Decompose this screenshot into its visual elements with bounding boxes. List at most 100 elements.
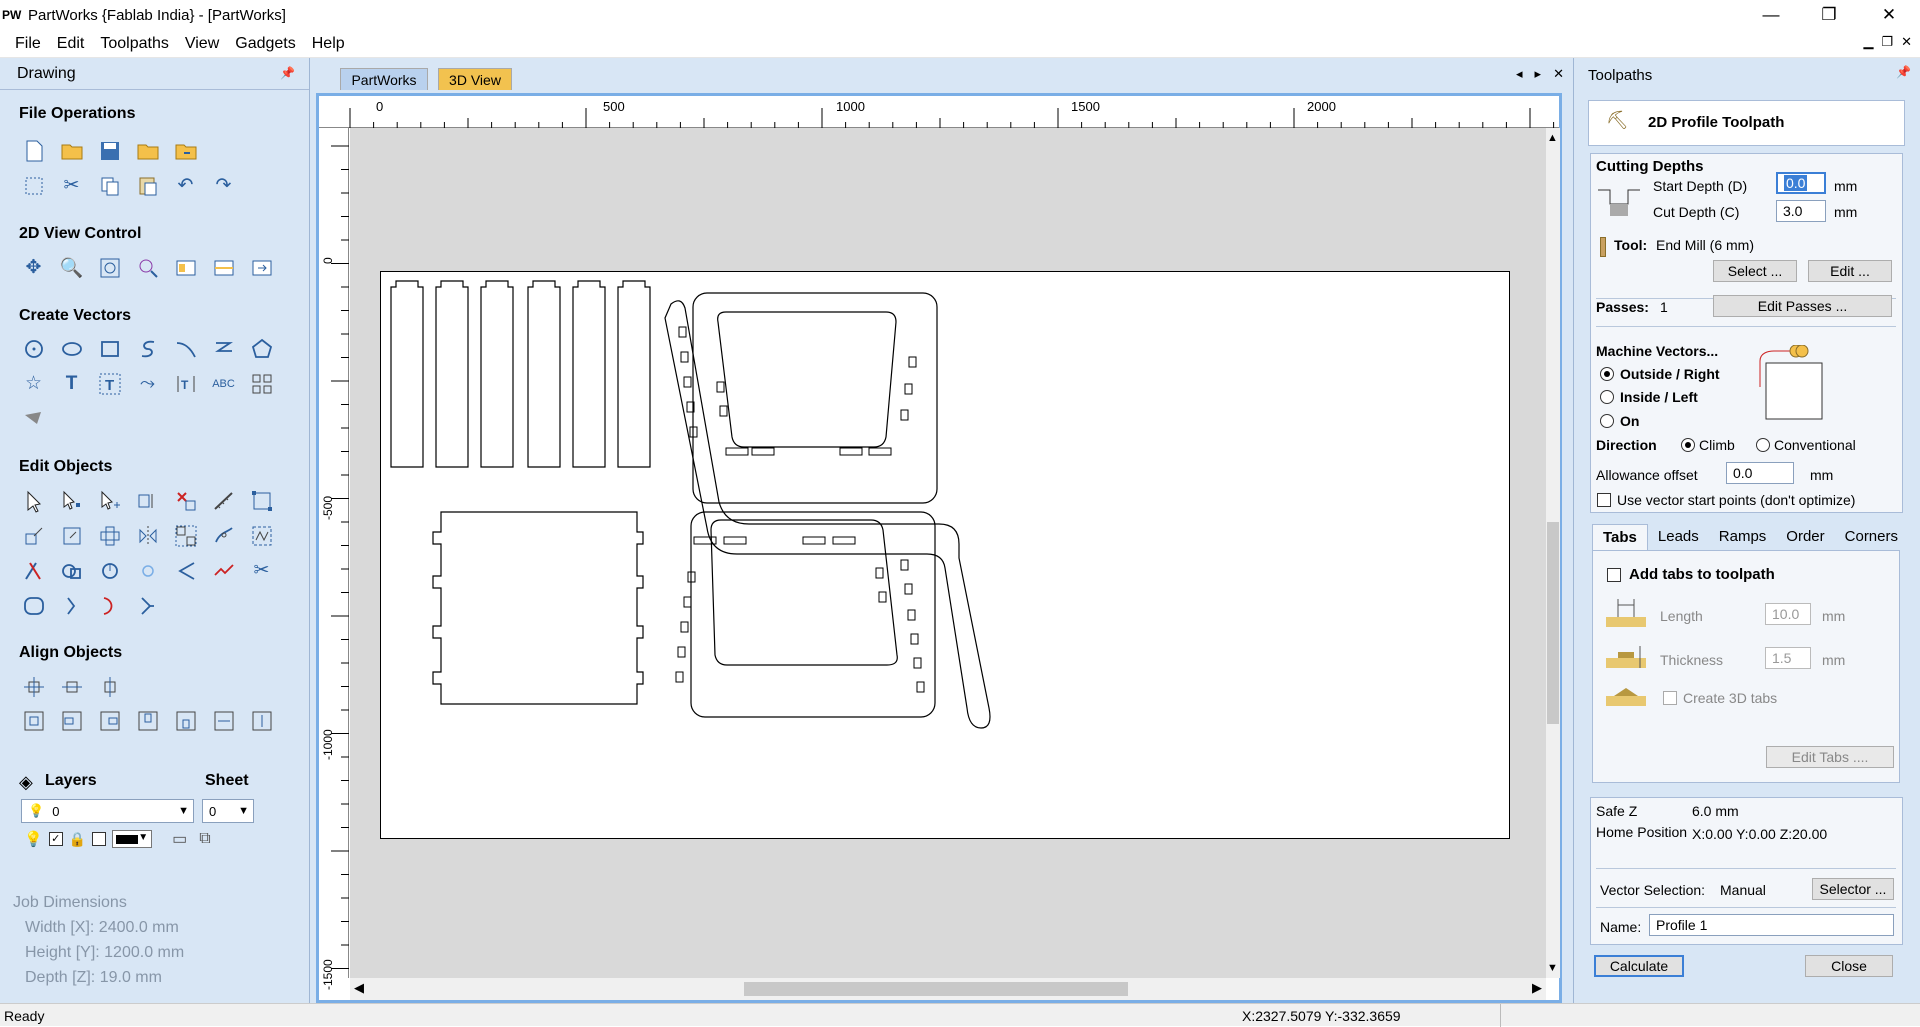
layout-left-icon[interactable]	[171, 253, 200, 282]
scroll-right-icon[interactable]: ▶	[1532, 980, 1542, 996]
create-3d-checkbox[interactable]	[1663, 691, 1677, 705]
arc-icon[interactable]	[171, 334, 200, 363]
offset-icon[interactable]	[95, 556, 124, 585]
layout-split-icon[interactable]	[209, 253, 238, 282]
import-folder-icon[interactable]	[171, 136, 200, 165]
align-top-icon[interactable]	[133, 706, 162, 735]
fillet-icon[interactable]	[133, 556, 162, 585]
align-horizontal-center-icon[interactable]	[57, 672, 86, 701]
redo-icon[interactable]: ↷	[209, 171, 238, 200]
menu-edit[interactable]: Edit	[49, 30, 93, 58]
star-icon[interactable]: ☆	[19, 369, 48, 398]
layer-lock-checkbox[interactable]	[92, 832, 107, 846]
layer-select[interactable]: 💡 0 ▼	[21, 799, 194, 823]
sheet-select[interactable]: 0 ▼	[202, 799, 254, 823]
inside-left-radio[interactable]	[1600, 390, 1614, 404]
minimize-button[interactable]: —	[1742, 0, 1800, 30]
tab-corners[interactable]: Corners	[1835, 524, 1908, 550]
climb-option[interactable]: Climb	[1681, 437, 1735, 453]
menu-view[interactable]: View	[177, 30, 227, 58]
tab-order[interactable]: Order	[1776, 524, 1834, 550]
delete-objects-icon[interactable]	[171, 486, 200, 515]
start-depth-input[interactable]: 0.0	[1776, 172, 1826, 194]
tab-partworks[interactable]: PartWorks	[340, 68, 428, 90]
mdi-minimize-icon[interactable]: ▁	[1863, 34, 1873, 50]
close-panel-button[interactable]: Close	[1805, 955, 1893, 977]
edit-tool-button[interactable]: Edit ...	[1808, 260, 1892, 282]
menu-help[interactable]: Help	[304, 30, 353, 58]
array-copy-icon[interactable]	[247, 369, 276, 398]
edit-tabs-button[interactable]: Edit Tabs ....	[1766, 746, 1894, 768]
menu-gadgets[interactable]: Gadgets	[227, 30, 303, 58]
size-icon[interactable]	[133, 486, 162, 515]
add-tabs-checkbox[interactable]	[1607, 567, 1621, 582]
mdi-close-icon[interactable]: ✕	[1901, 34, 1912, 50]
scale-icon[interactable]	[19, 521, 48, 550]
layer-on-checkbox[interactable]: ✓	[48, 832, 63, 846]
conventional-radio[interactable]	[1756, 438, 1770, 452]
outside-right-option[interactable]: Outside / Right	[1600, 366, 1720, 382]
vertical-scroll-thumb[interactable]	[1547, 522, 1559, 724]
bitmap-trace-icon[interactable]	[19, 404, 48, 433]
copy-icon[interactable]	[95, 171, 124, 200]
zoom-selection-icon[interactable]	[133, 253, 162, 282]
restore-button[interactable]: ❐	[1800, 0, 1858, 30]
weld-icon[interactable]	[247, 521, 276, 550]
scroll-up-icon[interactable]: ▲	[1547, 132, 1558, 144]
align-left-icon[interactable]	[57, 706, 86, 735]
pin-icon[interactable]: 📌	[280, 66, 295, 80]
vector-start-checkbox[interactable]	[1597, 493, 1611, 507]
smooth-icon[interactable]	[19, 591, 48, 620]
trim-icon[interactable]	[19, 556, 48, 585]
open-folder-icon[interactable]	[133, 136, 162, 165]
text-fit-icon[interactable]: T	[171, 369, 200, 398]
layout-right-icon[interactable]	[247, 253, 276, 282]
move-icon[interactable]	[95, 521, 124, 550]
select-tool-button[interactable]: Select ...	[1713, 260, 1797, 282]
transform-icon[interactable]	[95, 486, 124, 515]
scroll-down-icon[interactable]: ▼	[1547, 962, 1558, 974]
save-file-icon[interactable]	[95, 136, 124, 165]
document-close-icon[interactable]: ✕	[1553, 66, 1564, 82]
align-both-centers-icon[interactable]	[19, 706, 48, 735]
close-window-button[interactable]: ✕	[1860, 0, 1918, 30]
horizontal-scroll-thumb[interactable]	[744, 982, 1128, 996]
tab-next-icon[interactable]: ▸	[1535, 66, 1542, 82]
ellipse-icon[interactable]	[57, 334, 86, 363]
zoom-extents-icon[interactable]	[95, 253, 124, 282]
text-box-icon[interactable]: T	[95, 369, 124, 398]
mdi-restore-icon[interactable]: ❐	[1881, 34, 1893, 50]
curve-fit-icon[interactable]	[95, 591, 124, 620]
edit-passes-button[interactable]: Edit Passes ...	[1713, 295, 1892, 317]
boolean-union-icon[interactable]	[57, 556, 86, 585]
text-on-curve-icon[interactable]: ⤳	[133, 369, 162, 398]
pin-icon[interactable]: 📌	[1896, 65, 1911, 79]
selector-button[interactable]: Selector ...	[1812, 878, 1894, 900]
calculate-button[interactable]: Calculate	[1594, 955, 1684, 977]
select-arrow-icon[interactable]	[19, 486, 48, 515]
align-right-icon[interactable]	[95, 706, 124, 735]
lock-icon[interactable]: 🔒	[69, 831, 86, 848]
node-split-icon[interactable]	[133, 591, 162, 620]
scissors-icon[interactable]: ✂	[247, 556, 276, 585]
join-vectors-icon[interactable]	[209, 521, 238, 550]
inside-left-option[interactable]: Inside / Left	[1600, 389, 1698, 405]
text-arc-icon[interactable]: ABC	[209, 369, 238, 398]
measure-icon[interactable]	[209, 486, 238, 515]
align-bottom-icon[interactable]	[171, 706, 200, 735]
layer-color-swatch[interactable]: ▼	[112, 830, 153, 848]
rectangle-icon[interactable]	[95, 334, 124, 363]
new-file-icon[interactable]	[19, 136, 48, 165]
allowance-input[interactable]: 0.0	[1726, 462, 1794, 484]
select-all-icon[interactable]	[19, 171, 48, 200]
on-option[interactable]: On	[1600, 413, 1639, 429]
scroll-left-icon[interactable]: ◀	[354, 980, 364, 996]
vector-drawing[interactable]	[381, 272, 1511, 840]
create-3d-option[interactable]: Create 3D tabs	[1663, 690, 1777, 706]
length-input[interactable]: 10.0	[1765, 603, 1811, 625]
extend-icon[interactable]	[209, 556, 238, 585]
align-vertical-center-icon[interactable]	[95, 672, 124, 701]
tab-3d-view[interactable]: 3D View	[438, 68, 512, 90]
toolpath-name-input[interactable]: Profile 1	[1649, 914, 1894, 936]
curve-icon[interactable]	[133, 334, 162, 363]
